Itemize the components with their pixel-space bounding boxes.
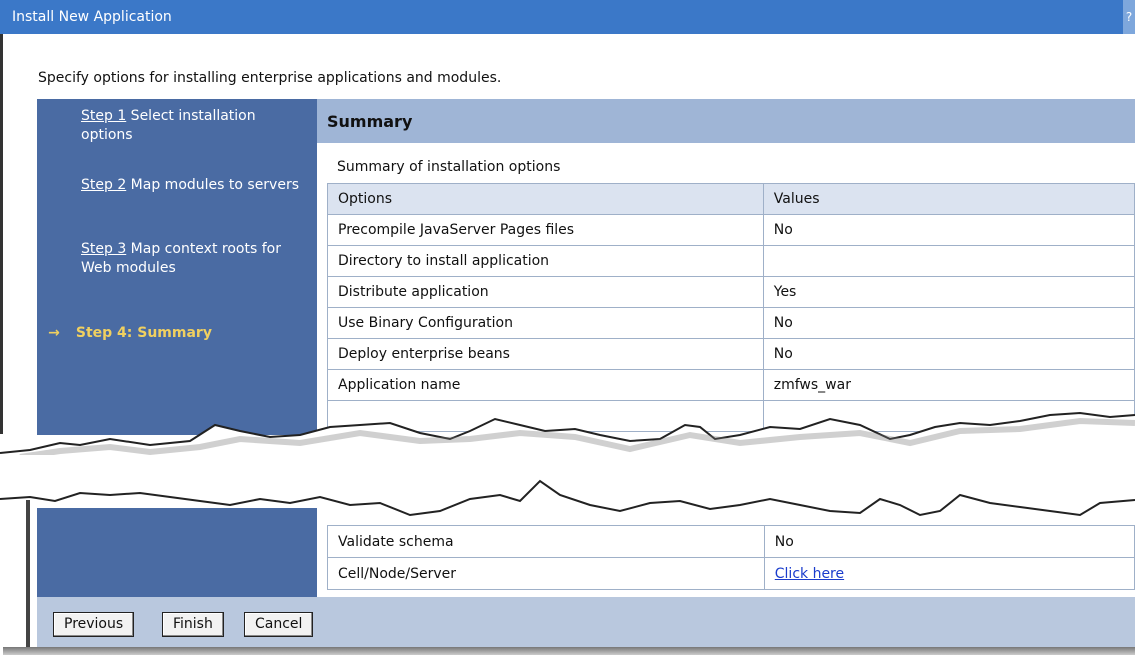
value-cell: Click here [763, 557, 1135, 590]
current-step-label: Step 4: Summary [75, 325, 212, 341]
window-title: Install New Application [12, 9, 172, 25]
table-row: Deploy enterprise beans No [327, 338, 1135, 370]
value-cell: No [762, 307, 1135, 339]
wizard-step-nav-lower [37, 508, 317, 597]
cancel-button[interactable]: Cancel [244, 612, 314, 637]
option-cell: Cell/Node/Server [327, 557, 765, 590]
window-left-edge [0, 34, 3, 434]
option-cell: Precompile JavaServer Pages files [327, 214, 764, 246]
nav-current-step: → Step 4: Summary [37, 325, 297, 341]
nav-step-2[interactable]: Step 2 Map modules to servers [81, 176, 301, 195]
nav-step-2-label: Map modules to servers [126, 177, 300, 193]
wizard-step-nav: Step 1 Select installation options Step … [37, 99, 317, 435]
finish-button[interactable]: Finish [162, 612, 224, 637]
table-row: Directory to install application [327, 245, 1135, 277]
option-cell: Deploy enterprise beans [327, 338, 764, 370]
option-cell: Directory to install application [327, 245, 764, 277]
option-cell: Distribute application [327, 276, 764, 308]
install-wizard-window: Install New Application ? Specify option… [0, 0, 1135, 660]
table-row: Distribute application Yes [327, 276, 1135, 308]
option-cell: Use Binary Configuration [327, 307, 764, 339]
table-header-row: Options Values [327, 183, 1135, 215]
column-header-options: Options [327, 183, 764, 215]
nav-step-3[interactable]: Step 3 Map context roots for Web modules [81, 240, 281, 278]
window-bottom-shadow [3, 647, 1135, 655]
table-row: Cell/Node/Server Click here [327, 557, 1135, 590]
window-title-bar: Install New Application ? [0, 0, 1135, 34]
column-header-values: Values [762, 183, 1135, 215]
value-cell: No [762, 214, 1135, 246]
summary-heading: Summary [317, 99, 1135, 143]
window-left-edge-lower [26, 500, 30, 652]
intro-text: Specify options for installing enterpris… [38, 70, 502, 86]
cell-node-server-link[interactable]: Click here [775, 566, 844, 582]
summary-table-lower: Validate schema No Cell/Node/Server Clic… [327, 525, 1135, 590]
table-row: Use Binary Configuration No [327, 307, 1135, 339]
nav-step-1-link[interactable]: Step 1 [81, 108, 126, 124]
current-step-arrow-icon: → [48, 325, 60, 341]
summary-subheading: Summary of installation options [337, 159, 561, 175]
nav-step-3-link[interactable]: Step 3 [81, 241, 126, 257]
help-icon[interactable]: ? [1123, 0, 1135, 34]
table-row: Precompile JavaServer Pages files No [327, 214, 1135, 246]
value-cell [762, 245, 1135, 277]
nav-step-1[interactable]: Step 1 Select installation options [81, 107, 301, 145]
wizard-footer: Previous Finish Cancel [37, 597, 1135, 647]
value-cell: No [762, 338, 1135, 370]
value-cell: No [763, 525, 1135, 558]
previous-button[interactable]: Previous [53, 612, 135, 637]
value-cell: Yes [762, 276, 1135, 308]
table-row: Validate schema No [327, 525, 1135, 558]
option-cell: Validate schema [327, 525, 765, 558]
nav-step-2-link[interactable]: Step 2 [81, 177, 126, 193]
